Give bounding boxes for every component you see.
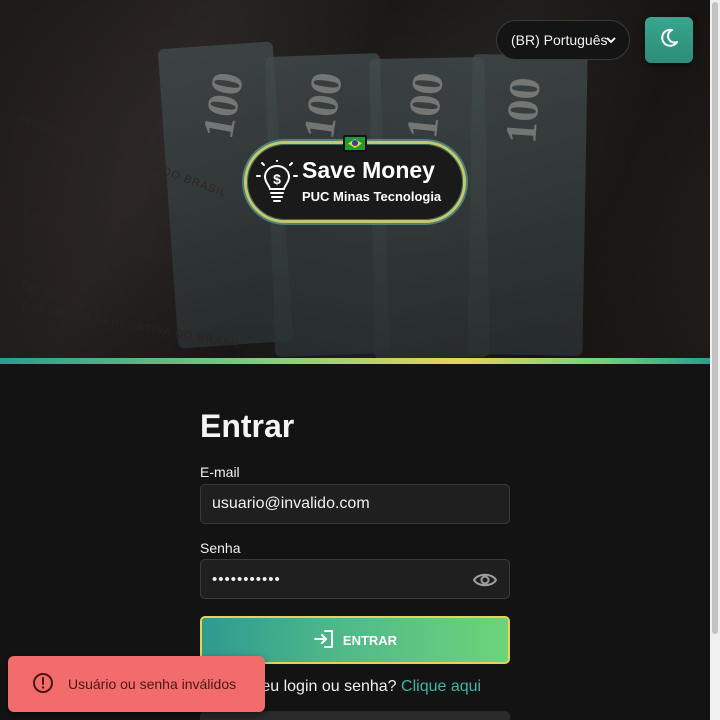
app-subtitle: PUC Minas Tecnologia [302, 189, 442, 204]
app-title: Save Money [302, 157, 435, 183]
alert-circle-icon [32, 672, 54, 697]
email-value: usuario@invalido.com [212, 495, 370, 512]
lightbulb-dollar-icon: $ [256, 159, 298, 211]
scrollbar[interactable] [710, 0, 720, 720]
brazil-flag-icon [343, 135, 367, 152]
language-selector-label: (BR) Português [511, 32, 608, 48]
scrollbar-thumb[interactable] [712, 2, 718, 634]
theme-toggle-button[interactable] [645, 17, 693, 63]
language-selector[interactable]: (BR) Português [496, 20, 630, 60]
toast-message: Usuário ou senha inválidos [68, 676, 237, 692]
moon-icon [658, 27, 680, 54]
error-toast[interactable]: Usuário ou senha inválidos [8, 656, 265, 712]
email-label: E-mail [200, 464, 240, 480]
email-field[interactable]: usuario@invalido.com [200, 484, 510, 524]
forgot-credentials: u seu login ou senha? Clique aqui [240, 678, 481, 696]
password-label: Senha [200, 540, 241, 556]
password-field[interactable]: ••••••••••• [200, 559, 510, 599]
login-icon [313, 629, 335, 652]
login-button-label: ENTRAR [342, 632, 398, 648]
gradient-divider [0, 358, 710, 364]
next-field [200, 711, 510, 720]
password-value: ••••••••••• [212, 570, 281, 588]
chevron-down-icon [605, 33, 617, 50]
forgot-link[interactable]: Clique aqui [401, 678, 481, 695]
page-title: Entrar [200, 408, 295, 444]
eye-icon[interactable] [472, 570, 498, 595]
svg-text:$: $ [273, 171, 281, 187]
